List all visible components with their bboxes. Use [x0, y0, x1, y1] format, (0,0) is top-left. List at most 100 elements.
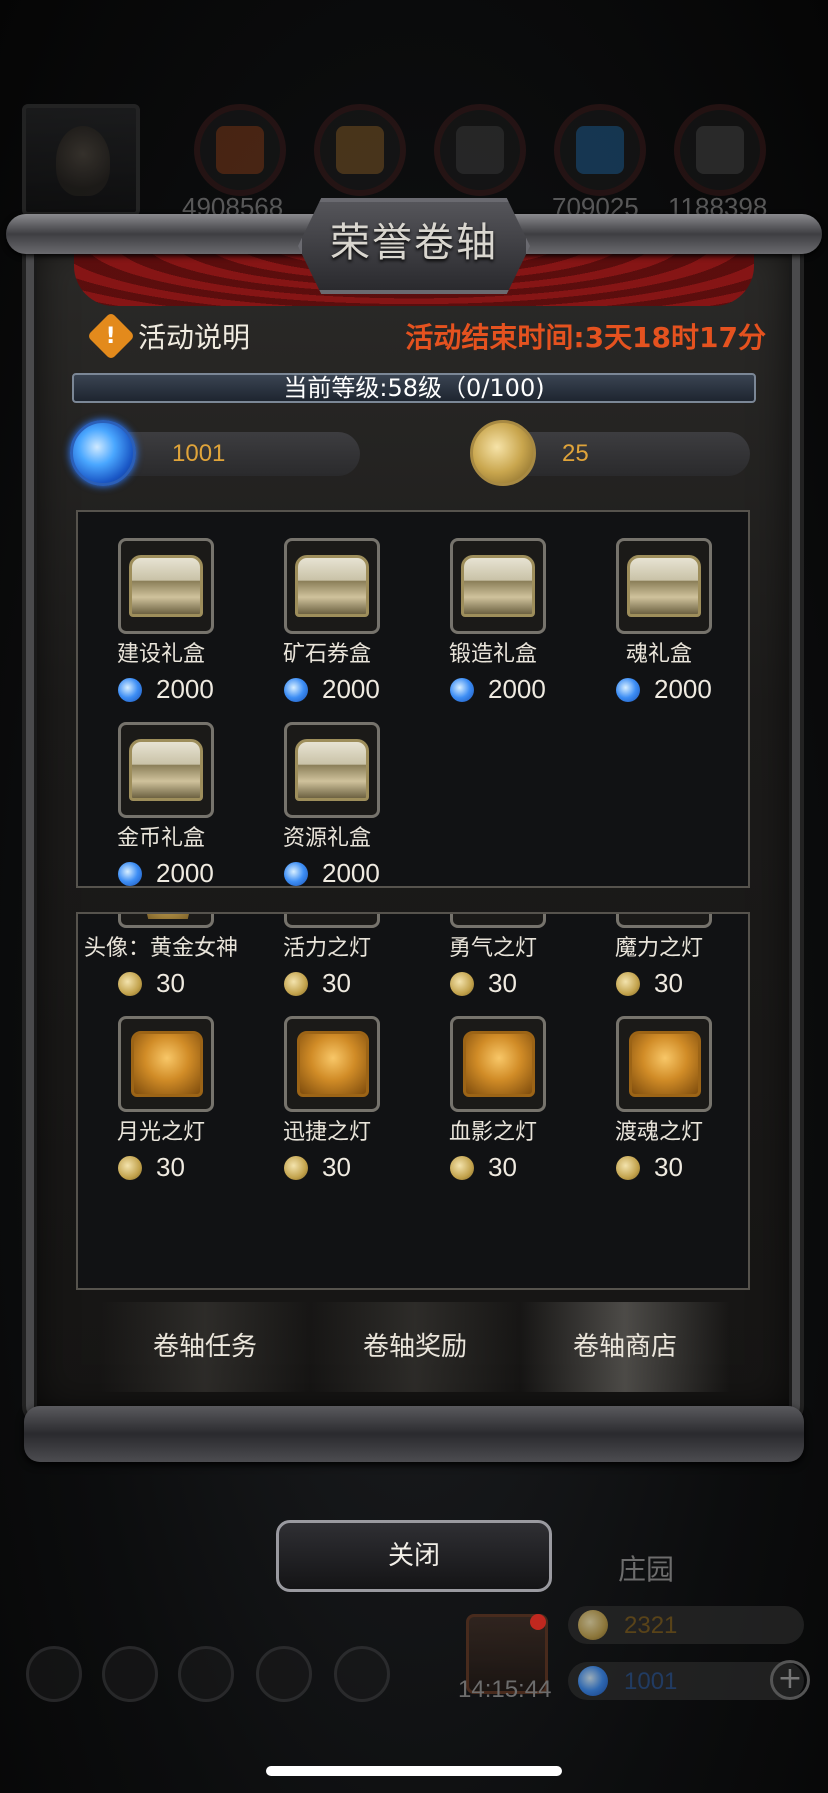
gem-icon [616, 677, 640, 702]
item-price: 30 [450, 1152, 517, 1183]
hud-gold: 2321 [568, 1606, 804, 1644]
portrait-face [56, 126, 110, 196]
item-name: 魂礼盒 [625, 642, 692, 667]
price-value: 2000 [654, 674, 712, 704]
tab-scroll-rewards[interactable]: 卷轴奖励 [310, 1302, 520, 1392]
price-value: 30 [156, 1152, 185, 1182]
item-frame [118, 914, 214, 928]
event-timer: 活动结束时间:3天18时17分 [405, 321, 766, 354]
shop-item[interactable]: 金币礼盒 2000 [78, 722, 244, 886]
item-name: 魔力之灯 [614, 936, 703, 961]
item-price: 2000 [450, 674, 546, 705]
tab-scroll-tasks[interactable]: 卷轴任务 [100, 1302, 310, 1392]
chest-icon [129, 555, 203, 617]
home-indicator[interactable] [266, 1766, 562, 1776]
resource-wood-icon [314, 104, 406, 196]
coin-icon [284, 1155, 308, 1180]
item-name: 金币礼盒 [116, 826, 205, 851]
mail-icon[interactable] [256, 1646, 312, 1702]
item-price: 2000 [118, 858, 214, 886]
price-value: 30 [654, 1152, 683, 1182]
shop-item[interactable]: 锻造礼盒 2000 [410, 538, 576, 722]
gem-icon [284, 677, 308, 702]
add-gems-icon[interactable]: + [770, 1660, 810, 1700]
close-button[interactable]: 关闭 [276, 1520, 552, 1592]
shop-item[interactable]: 头像：黄金女神 30 [78, 914, 244, 1016]
gem-icon [118, 861, 142, 886]
hud-gold-value: 2321 [624, 1612, 678, 1639]
lamp-icon [463, 912, 535, 913]
hud-clock: 14:15:44 [458, 1676, 552, 1703]
shop-item[interactable]: 资源礼盒 2000 [244, 722, 410, 888]
price-value: 2000 [322, 858, 380, 888]
shop-item[interactable]: 迅捷之灯 30 [244, 1016, 410, 1200]
warning-icon: ! [86, 311, 136, 361]
coin-icon [616, 971, 640, 996]
activity-info-button[interactable]: ! 活动说明 [86, 311, 251, 361]
price-value: 30 [322, 1152, 351, 1182]
coin-icon [450, 1155, 474, 1180]
shop-item[interactable]: 魔力之灯 30 [576, 914, 742, 1016]
price-value: 30 [488, 1152, 517, 1182]
coin-icon [118, 1155, 142, 1180]
item-name: 建设礼盒 [116, 642, 205, 667]
coin-icon [284, 971, 308, 996]
gem-icon [578, 1666, 608, 1696]
item-frame [616, 1016, 712, 1112]
lamp-icon [297, 912, 369, 913]
price-value: 30 [322, 968, 351, 998]
price-value: 2000 [322, 674, 380, 704]
hud-gems-value: 1001 [624, 1668, 678, 1695]
resource-crystal-icon [554, 104, 646, 196]
resource-iron-icon [674, 104, 766, 196]
guild-icon[interactable] [334, 1646, 390, 1702]
item-name: 资源礼盒 [282, 826, 371, 851]
tab-scroll-shop[interactable]: 卷轴商店 [520, 1302, 730, 1392]
resource-stone-icon [434, 104, 526, 196]
gem-icon [450, 677, 474, 702]
chest-icon [295, 555, 369, 617]
manor-label[interactable]: 庄园 [618, 1548, 674, 1588]
coin-shop-list[interactable]: 头像：黄金女神 30 活力之灯 30 勇气之灯 30 魔力之灯 30 月光之灯 … [76, 912, 750, 1290]
shop-item[interactable]: 魂礼盒 2000 [576, 538, 742, 722]
item-name: 活力之灯 [282, 936, 371, 961]
item-frame [118, 722, 214, 818]
item-price: 2000 [118, 674, 214, 705]
coin-icon [118, 971, 142, 996]
gem-balance-value: 1001 [172, 440, 226, 467]
lamp-icon [463, 1031, 535, 1097]
gem-icon [284, 861, 308, 886]
panel-bottom-frame [24, 1406, 804, 1462]
activity-info-label: 活动说明 [138, 321, 251, 354]
shop-item[interactable]: 勇气之灯 30 [410, 912, 576, 1016]
shop-item[interactable]: 建设礼盒 2000 [78, 538, 244, 722]
gold-coin-icon [578, 1610, 608, 1640]
level-progress-bar: 当前等级:58级（0/100) [72, 373, 756, 403]
item-name: 勇气之灯 [448, 936, 537, 961]
item-price: 2000 [284, 858, 380, 888]
shop-item[interactable]: 血影之灯 30 [410, 1016, 576, 1200]
scroll-tabs: 卷轴任务 卷轴奖励 卷轴商店 [100, 1302, 730, 1392]
settings-icon[interactable] [26, 1646, 82, 1702]
shop-item[interactable]: 渡魂之灯 30 [576, 1016, 742, 1200]
item-price: 30 [284, 1152, 351, 1183]
item-name: 头像：黄金女神 [83, 936, 238, 961]
shop-item[interactable]: 矿石券盒 2000 [244, 538, 410, 722]
notification-dot [530, 1614, 546, 1630]
item-frame [284, 912, 380, 928]
item-price: 30 [616, 968, 683, 999]
gem-shop-list[interactable]: 建设礼盒 2000 矿石券盒 2000 锻造礼盒 2000 魂礼盒 2000 金… [76, 510, 750, 888]
castle-icon[interactable] [178, 1646, 234, 1702]
chest-icon [129, 739, 203, 801]
item-name: 锻造礼盒 [448, 642, 537, 667]
hero-icon[interactable] [102, 1646, 158, 1702]
item-price: 30 [118, 968, 185, 999]
shop-item[interactable]: 月光之灯 30 [78, 1016, 244, 1200]
resource-meat-icon [194, 104, 286, 196]
item-frame [118, 538, 214, 634]
chest-icon [295, 739, 369, 801]
item-price: 30 [118, 1152, 185, 1183]
shop-item[interactable]: 活力之灯 30 [244, 912, 410, 1016]
lamp-icon [297, 1031, 369, 1097]
price-value: 30 [488, 968, 517, 998]
